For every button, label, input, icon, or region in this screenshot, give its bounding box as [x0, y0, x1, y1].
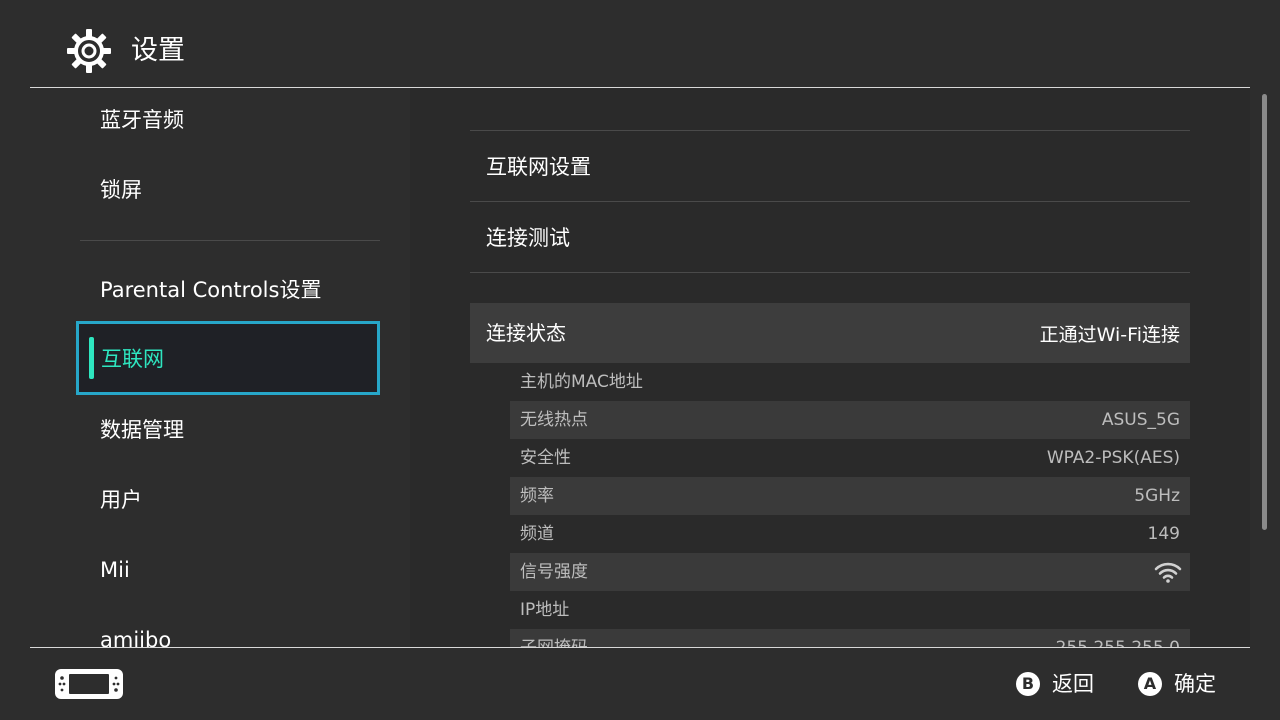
page-title: 设置	[131, 35, 185, 66]
console-icon	[55, 669, 123, 699]
detail-key: 安全性	[520, 448, 571, 468]
scrollbar-thumb[interactable]	[1262, 94, 1267, 530]
detail-row-channel: 频道 149	[510, 515, 1190, 553]
sidebar-item-internet[interactable]: 互联网	[76, 321, 380, 395]
detail-row-ssid: 无线热点 ASUS_5G	[510, 401, 1190, 439]
detail-row-signal-strength: 信号强度	[510, 553, 1190, 591]
sidebar-item-parental-controls[interactable]: Parental Controls设置	[100, 275, 321, 305]
ok-label: 确定	[1174, 672, 1216, 696]
selection-accent-bar	[89, 337, 94, 379]
sidebar-item-label: 互联网	[101, 347, 164, 371]
sidebar-item-amiibo[interactable]: amiibo	[100, 625, 171, 647]
detail-value: 5GHz	[1134, 486, 1180, 506]
internet-settings-item[interactable]: 互联网设置	[486, 152, 591, 182]
connection-status-value: 正通过Wi-Fi连接	[1039, 324, 1180, 346]
a-button-icon: A	[1138, 672, 1162, 696]
b-button-icon: B	[1016, 672, 1040, 696]
sidebar: 蓝牙音频 锁屏 Parental Controls设置 互联网 数据管理 用户 …	[30, 88, 410, 647]
detail-row-security: 安全性 WPA2-PSK(AES)	[510, 439, 1190, 477]
main-panel: 互联网设置 连接测试 连接状态 正通过Wi-Fi连接 主机的MAC地址 无线热点…	[410, 88, 1250, 647]
scrollbar[interactable]	[1262, 94, 1267, 530]
menu-divider	[470, 272, 1190, 273]
detail-key: IP地址	[520, 600, 570, 620]
back-hint[interactable]: B 返回	[1016, 668, 1094, 698]
detail-value: 149	[1147, 524, 1180, 544]
detail-row-frequency: 频率 5GHz	[510, 477, 1190, 515]
sidebar-item-lock-screen[interactable]: 锁屏	[100, 175, 142, 205]
connection-status-label: 连接状态	[486, 321, 566, 345]
detail-key: 频率	[520, 486, 554, 506]
wifi-signal-icon	[1154, 562, 1182, 583]
detail-key: 主机的MAC地址	[520, 372, 643, 392]
ok-hint[interactable]: A 确定	[1138, 668, 1216, 698]
detail-row-ip-address: IP地址	[510, 591, 1190, 629]
header: 设置	[0, 0, 1280, 88]
detail-key: 频道	[520, 524, 554, 544]
detail-value: 255.255.255.0	[1056, 636, 1180, 647]
menu-divider	[470, 201, 1190, 202]
detail-value: WPA2-PSK(AES)	[1046, 448, 1180, 468]
detail-row-subnet-mask: 子网掩码 255.255.255.0	[510, 629, 1190, 647]
sidebar-item-bluetooth-audio[interactable]: 蓝牙音频	[100, 105, 184, 135]
sidebar-item-mii[interactable]: Mii	[100, 555, 130, 585]
sidebar-divider	[80, 240, 380, 241]
back-label: 返回	[1052, 672, 1094, 696]
connection-test-item[interactable]: 连接测试	[486, 223, 570, 253]
detail-key: 子网掩码	[520, 636, 588, 647]
detail-key: 无线热点	[520, 410, 588, 430]
connection-status-row: 连接状态 正通过Wi-Fi连接	[470, 303, 1190, 363]
detail-key: 信号强度	[520, 562, 588, 582]
sidebar-item-users[interactable]: 用户	[100, 485, 142, 515]
sidebar-item-data-management[interactable]: 数据管理	[100, 415, 184, 445]
gear-icon	[67, 29, 111, 73]
detail-value: ASUS_5G	[1101, 410, 1180, 430]
detail-row-mac: 主机的MAC地址	[510, 363, 1190, 401]
menu-divider	[470, 130, 1190, 131]
footer: B 返回 A 确定	[0, 648, 1280, 720]
